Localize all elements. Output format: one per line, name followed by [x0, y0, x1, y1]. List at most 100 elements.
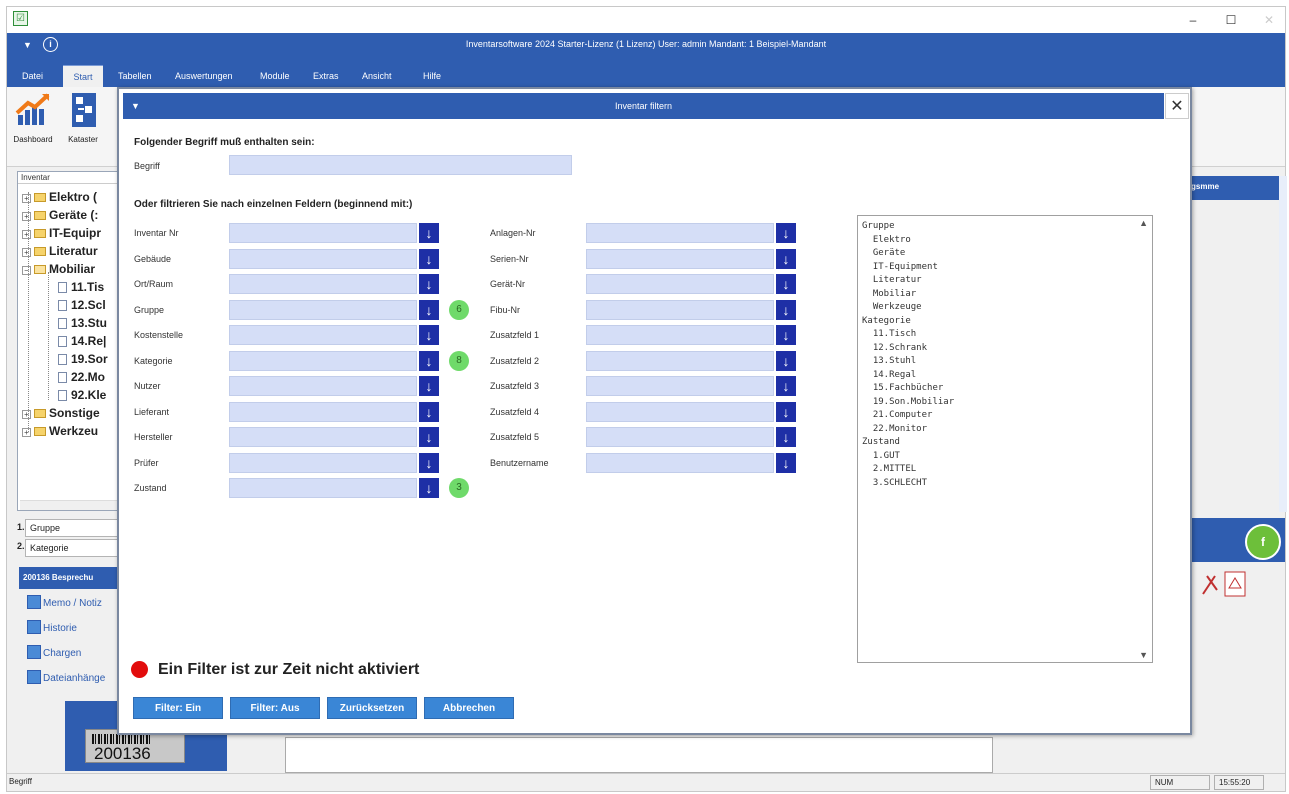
tree-item-elektro[interactable]: + Elektro (: [22, 188, 97, 206]
values-list-item[interactable]: 15.Fachbücher: [862, 382, 943, 395]
menu-hilfe[interactable]: Hilfe: [423, 65, 441, 87]
sort-level-1-select[interactable]: Gruppe: [25, 519, 121, 537]
dropdown-zusatzfeld-5-icon[interactable]: ↓: [776, 427, 796, 447]
tree-item-19-sonstige[interactable]: 19.Sor: [58, 350, 108, 368]
tree-item-12-schrank[interactable]: 12.Scl: [58, 296, 106, 314]
dropdown-fibu-nr-icon[interactable]: ↓: [776, 299, 796, 320]
dialog-menu-icon[interactable]: ▼: [131, 93, 140, 119]
field-input-zusatzfeld-3[interactable]: [586, 376, 774, 396]
field-input-fibu-nr[interactable]: [586, 299, 774, 320]
tree-item-werkzeuge[interactable]: + Werkzeu: [22, 422, 98, 440]
chargen-link[interactable]: Chargen: [27, 645, 81, 663]
menu-tabellen[interactable]: Tabellen: [118, 65, 152, 87]
tree-item-14-regal[interactable]: 14.Re|: [58, 332, 106, 350]
menu-extras[interactable]: Extras: [313, 65, 339, 87]
dropdown-serien-nr-icon[interactable]: ↓: [776, 248, 796, 269]
values-list-item[interactable]: Mobiliar: [862, 288, 916, 301]
menu-datei[interactable]: Datei: [22, 65, 43, 87]
tree-item-literatur[interactable]: + Literatur: [22, 242, 98, 260]
values-list-item[interactable]: Geräte: [862, 247, 906, 260]
filter-on-button[interactable]: Filter: Ein: [133, 697, 223, 719]
dropdown-zusatzfeld-1-icon[interactable]: ↓: [776, 325, 796, 345]
field-input-serien-nr[interactable]: [586, 248, 774, 269]
dropdown-gebäude-icon[interactable]: ↓: [419, 248, 439, 269]
maximize-button[interactable]: ☐: [1213, 10, 1249, 30]
tree-item-it-equipment[interactable]: + IT-Equipr: [22, 224, 101, 242]
close-window-button[interactable]: ✕: [1251, 10, 1287, 30]
tree-item-92-klein[interactable]: 92.Kle: [58, 386, 106, 404]
dropdown-benutzername-icon[interactable]: ↓: [776, 452, 796, 473]
dropdown-zusatzfeld-4-icon[interactable]: ↓: [776, 401, 796, 422]
minimize-button[interactable]: –: [1175, 10, 1211, 30]
tools-pdf-icon[interactable]: [1199, 570, 1249, 598]
field-input-gebäude[interactable]: [229, 248, 417, 269]
values-list-item[interactable]: Elektro: [862, 234, 911, 247]
values-list-item[interactable]: Zustand: [862, 436, 900, 449]
tree-item-13-stuhl[interactable]: 13.Stu: [58, 314, 107, 332]
field-input-hersteller[interactable]: [229, 427, 417, 447]
values-list-item[interactable]: 3.SCHLECHT: [862, 477, 927, 490]
reset-button[interactable]: Zurücksetzen: [327, 697, 417, 719]
dropdown-prüfer-icon[interactable]: ↓: [419, 452, 439, 473]
values-list-item[interactable]: 14.Regal: [862, 369, 916, 382]
dropdown-zustand-icon[interactable]: ↓: [419, 478, 439, 498]
dropdown-gruppe-icon[interactable]: ↓: [419, 299, 439, 320]
menu-ansicht[interactable]: Ansicht: [362, 65, 392, 87]
dropdown-inventar-nr-icon[interactable]: ↓: [419, 223, 439, 243]
cancel-button[interactable]: Abbrechen: [424, 697, 514, 719]
field-input-kostenstelle[interactable]: [229, 325, 417, 345]
field-input-prüfer[interactable]: [229, 452, 417, 473]
dropdown-gerät-nr-icon[interactable]: ↓: [776, 274, 796, 294]
dateianhaenge-link[interactable]: Dateianhänge: [27, 670, 105, 688]
values-list-item[interactable]: 22.Monitor: [862, 423, 927, 436]
tree-item-sonstige[interactable]: + Sonstige: [22, 404, 100, 422]
field-input-benutzername[interactable]: [586, 452, 774, 473]
menu-auswertungen[interactable]: Auswertungen: [175, 65, 233, 87]
values-list-item[interactable]: Werkzeuge: [862, 301, 922, 314]
menu-start[interactable]: Start: [63, 65, 103, 87]
list-scroll-down-icon[interactable]: ▼: [1139, 650, 1148, 660]
values-list-item[interactable]: 12.Schrank: [862, 342, 927, 355]
values-list-item[interactable]: 2.MITTEL: [862, 463, 916, 476]
field-input-zusatzfeld-2[interactable]: [586, 350, 774, 371]
dropdown-zusatzfeld-2-icon[interactable]: ↓: [776, 350, 796, 371]
tree-item-11-tisch[interactable]: 11.Tis: [58, 278, 104, 296]
field-input-kategorie[interactable]: [229, 350, 417, 371]
field-input-gruppe[interactable]: [229, 299, 417, 320]
formula-badge-icon[interactable]: f: [1245, 524, 1281, 560]
sort-level-2-select[interactable]: Kategorie: [25, 539, 121, 557]
right-scrollbar[interactable]: [1279, 176, 1287, 512]
field-input-inventar-nr[interactable]: [229, 223, 417, 243]
dropdown-ort-raum-icon[interactable]: ↓: [419, 274, 439, 294]
dashboard-button[interactable]: Dashboard: [7, 91, 59, 144]
kataster-button[interactable]: Kataster: [57, 91, 109, 144]
values-list[interactable]: ▲ Gruppe Elektro Geräte IT-Equipment Lit…: [857, 215, 1153, 663]
memo-content-area[interactable]: [285, 737, 993, 773]
field-input-lieferant[interactable]: [229, 401, 417, 422]
field-input-nutzer[interactable]: [229, 376, 417, 396]
tree-item-geraete[interactable]: + Geräte (:: [22, 206, 98, 224]
field-input-zusatzfeld-5[interactable]: [586, 427, 774, 447]
values-list-item[interactable]: Literatur: [862, 274, 922, 287]
field-input-ort-raum[interactable]: [229, 274, 417, 294]
dialog-close-button[interactable]: ✕: [1165, 93, 1189, 119]
values-list-item[interactable]: 13.Stuhl: [862, 355, 916, 368]
values-list-item[interactable]: Gruppe: [862, 220, 895, 233]
tree-item-mobiliar[interactable]: − Mobiliar: [22, 260, 95, 278]
memo-link[interactable]: Memo / Notiz: [27, 595, 102, 613]
dropdown-nutzer-icon[interactable]: ↓: [419, 376, 439, 396]
values-list-item[interactable]: 1.GUT: [862, 450, 900, 463]
field-input-zusatzfeld-1[interactable]: [586, 325, 774, 345]
filter-off-button[interactable]: Filter: Aus: [230, 697, 320, 719]
field-input-zustand[interactable]: [229, 478, 417, 498]
begriff-input[interactable]: [229, 155, 572, 175]
values-list-item[interactable]: IT-Equipment: [862, 261, 938, 274]
dropdown-lieferant-icon[interactable]: ↓: [419, 401, 439, 422]
dropdown-zusatzfeld-3-icon[interactable]: ↓: [776, 376, 796, 396]
dropdown-kategorie-icon[interactable]: ↓: [419, 350, 439, 371]
values-list-item[interactable]: 21.Computer: [862, 409, 933, 422]
tree-item-22-monitor[interactable]: 22.Mo: [58, 368, 105, 386]
field-input-anlagen-nr[interactable]: [586, 223, 774, 243]
menu-module[interactable]: Module: [260, 65, 290, 87]
values-list-item[interactable]: 19.Son.Mobiliar: [862, 396, 954, 409]
